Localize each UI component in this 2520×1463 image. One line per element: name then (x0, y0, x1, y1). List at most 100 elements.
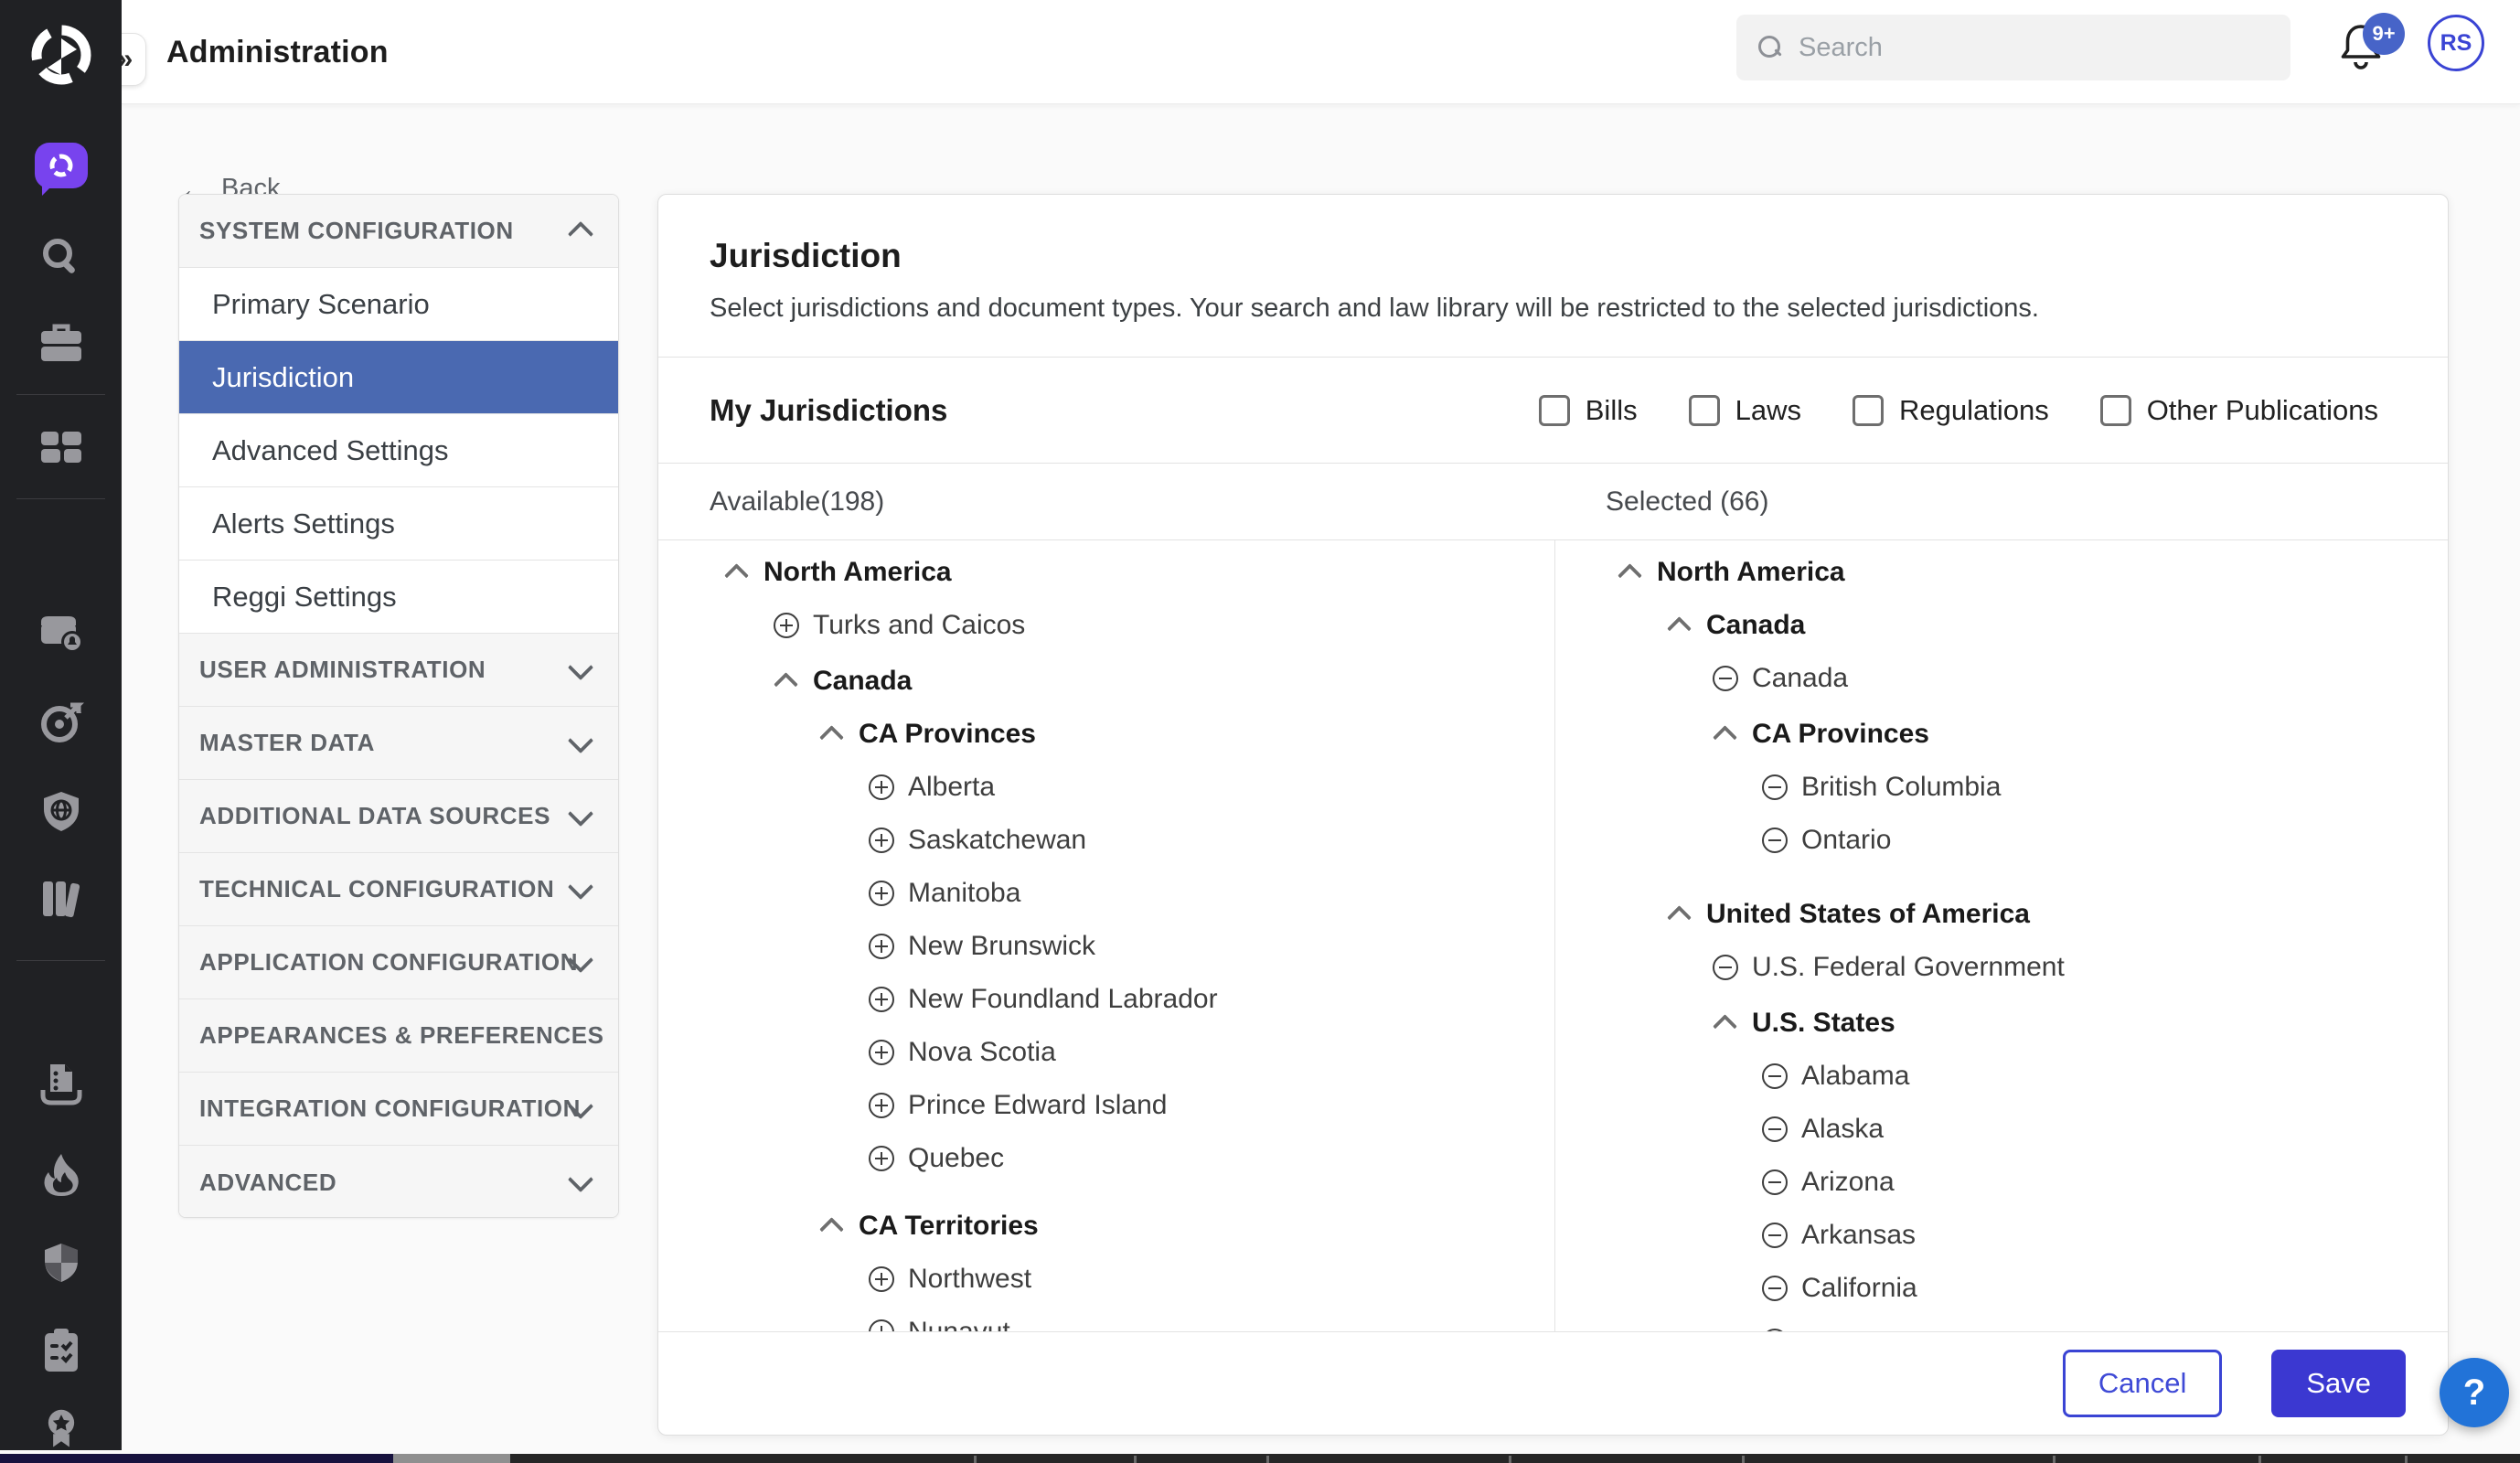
tree-node[interactable]: Alaska (1603, 1103, 2448, 1156)
add-circle-icon[interactable] (869, 1319, 894, 1331)
remove-circle-icon[interactable] (1713, 666, 1738, 691)
nav-section-master-data[interactable]: MASTER DATA (179, 707, 618, 780)
chevron-up-icon[interactable] (1713, 1010, 1738, 1036)
remove-circle-icon[interactable] (1762, 1063, 1788, 1089)
tree-node[interactable]: CA Provinces (710, 708, 1554, 761)
nav-section-advanced[interactable]: ADVANCED (179, 1146, 618, 1218)
add-circle-icon[interactable] (869, 1266, 894, 1292)
checkbox-regulations[interactable] (1853, 395, 1884, 426)
doc-type-bills[interactable]: Bills (1539, 394, 1638, 427)
tree-node[interactable]: Alabama (1603, 1050, 2448, 1103)
tree-node[interactable]: Manitoba (710, 867, 1554, 920)
tree-node[interactable]: Turks and Caicos (710, 599, 1554, 652)
add-circle-icon[interactable] (869, 1146, 894, 1171)
help-button[interactable]: ? (2440, 1358, 2509, 1427)
search-input[interactable] (1799, 33, 2269, 63)
add-circle-icon[interactable] (869, 828, 894, 853)
tree-node[interactable]: New Foundland Labrador (710, 973, 1554, 1026)
chevron-up-icon[interactable] (774, 668, 799, 694)
tree-node[interactable]: Saskatchewan (710, 814, 1554, 867)
sidebar-item-workspace[interactable] (0, 324, 122, 364)
remove-circle-icon[interactable] (1762, 1276, 1788, 1301)
tree-node[interactable]: New Brunswick (710, 920, 1554, 973)
nav-item-advanced-settings[interactable]: Advanced Settings (179, 414, 618, 487)
sidebar-item-goals[interactable] (0, 700, 122, 744)
tree-node[interactable]: U.S. States (1603, 997, 2448, 1050)
remove-circle-icon[interactable] (1713, 955, 1738, 980)
sidebar-item-library[interactable] (0, 878, 122, 920)
tree-node[interactable]: Northwest (710, 1253, 1554, 1306)
nav-section-additional-data-sources[interactable]: ADDITIONAL DATA SOURCES (179, 780, 618, 853)
notifications-button[interactable]: 9+ (2337, 20, 2403, 86)
sidebar-item-global-compliance[interactable] (0, 790, 122, 834)
remove-circle-icon[interactable] (1762, 1329, 1788, 1331)
cancel-button[interactable]: Cancel (2063, 1350, 2223, 1417)
tree-node[interactable]: Quebec (710, 1132, 1554, 1185)
tree-node[interactable]: Arkansas (1603, 1209, 2448, 1262)
checkbox-laws[interactable] (1689, 395, 1720, 426)
tree-node[interactable]: California (1603, 1262, 2448, 1315)
sidebar-item-document-intake[interactable] (0, 1063, 122, 1108)
add-circle-icon[interactable] (869, 881, 894, 906)
chevron-up-icon[interactable] (819, 721, 845, 747)
tree-node[interactable]: Canada (1603, 652, 2448, 705)
tree-node[interactable] (1603, 1315, 2448, 1331)
chevron-up-icon[interactable] (819, 1213, 845, 1239)
nav-section-technical-configuration[interactable]: TECHNICAL CONFIGURATION (179, 853, 618, 926)
chevron-up-icon[interactable] (1713, 721, 1738, 747)
remove-circle-icon[interactable] (1762, 1223, 1788, 1248)
remove-circle-icon[interactable] (1762, 1169, 1788, 1195)
tree-node[interactable]: CA Provinces (1603, 708, 2448, 761)
remove-circle-icon[interactable] (1762, 774, 1788, 800)
checkbox-bills[interactable] (1539, 395, 1570, 426)
nav-section-application-configuration[interactable]: APPLICATION CONFIGURATION (179, 926, 618, 999)
nav-section-appearances-preferences[interactable]: APPEARANCES & PREFERENCES (179, 999, 618, 1073)
tree-node[interactable]: Prince Edward Island (710, 1079, 1554, 1132)
tree-node[interactable]: Canada (710, 655, 1554, 708)
global-search[interactable] (1736, 15, 2290, 80)
doc-type-regulations[interactable]: Regulations (1853, 394, 2049, 427)
tree-node[interactable]: Arizona (1603, 1156, 2448, 1209)
nav-item-alerts-settings[interactable]: Alerts Settings (179, 487, 618, 561)
sidebar-item-hot-topics[interactable] (0, 1152, 122, 1198)
chevron-up-icon[interactable] (1667, 613, 1692, 638)
add-circle-icon[interactable] (869, 934, 894, 959)
sidebar-item-dashboard[interactable] (0, 428, 122, 466)
doc-type-laws[interactable]: Laws (1689, 394, 1801, 427)
tree-node[interactable]: North America (1603, 546, 2448, 599)
app-logo[interactable] (0, 16, 122, 93)
sidebar-item-certifications[interactable] (0, 1408, 122, 1450)
nav-section-system-configuration[interactable]: SYSTEM CONFIGURATION (179, 195, 618, 268)
tree-node[interactable]: Canada (1603, 599, 2448, 652)
nav-item-reggi-settings[interactable]: Reggi Settings (179, 561, 618, 634)
tree-node[interactable]: British Columbia (1603, 761, 2448, 814)
save-button[interactable]: Save (2271, 1350, 2406, 1417)
add-circle-icon[interactable] (774, 613, 799, 638)
tree-node[interactable]: Ontario (1603, 814, 2448, 867)
tree-node[interactable]: North America (710, 546, 1554, 599)
doc-type-other-publications[interactable]: Other Publications (2100, 394, 2378, 427)
sidebar-item-tasks[interactable] (0, 1328, 122, 1373)
tree-node[interactable]: U.S. Federal Government (1603, 941, 2448, 994)
chevron-up-icon[interactable] (724, 560, 750, 585)
nav-section-integration-configuration[interactable]: INTEGRATION CONFIGURATION (179, 1073, 618, 1146)
remove-circle-icon[interactable] (1762, 1116, 1788, 1142)
avatar[interactable]: RS (2428, 15, 2484, 71)
remove-circle-icon[interactable] (1762, 828, 1788, 853)
checkbox-other-publications[interactable] (2100, 395, 2131, 426)
sidebar-item-risk-shield[interactable] (0, 1242, 122, 1286)
add-circle-icon[interactable] (869, 987, 894, 1012)
chevron-up-icon[interactable] (1618, 560, 1643, 585)
add-circle-icon[interactable] (869, 1040, 894, 1065)
tree-node[interactable]: United States of America (1603, 888, 2448, 941)
add-circle-icon[interactable] (869, 1093, 894, 1118)
nav-item-primary-scenario[interactable]: Primary Scenario (179, 268, 618, 341)
tree-node[interactable]: CA Territories (710, 1200, 1554, 1253)
tree-node[interactable]: Nunavut (710, 1306, 1554, 1331)
chevron-up-icon[interactable] (1667, 902, 1692, 927)
tree-node[interactable]: Nova Scotia (710, 1026, 1554, 1079)
add-circle-icon[interactable] (869, 774, 894, 800)
nav-section-user-administration[interactable]: USER ADMINISTRATION (179, 634, 618, 707)
sidebar-item-archive-alerts[interactable] (0, 613, 122, 655)
sidebar-item-assistant[interactable] (0, 143, 122, 188)
